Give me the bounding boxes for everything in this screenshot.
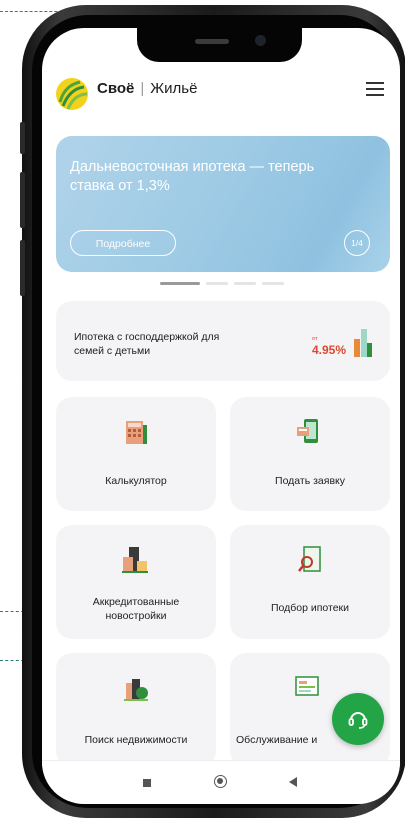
real-estate-icon (124, 679, 148, 701)
support-chat-button[interactable] (332, 693, 384, 745)
phone-application-icon (297, 419, 318, 443)
new-building-icon (122, 547, 148, 573)
rate-prefix: от (312, 336, 318, 342)
brand-primary: Своё (97, 80, 135, 97)
system-nav-bar (42, 760, 400, 801)
hamburger-menu-icon[interactable] (366, 82, 384, 96)
phone-side-button (20, 240, 25, 296)
tile-new-buildings-label: Аккредитованные новостройки (92, 596, 180, 622)
brand-name: Своё | Жильё (97, 80, 197, 97)
tile-apply-label: Подать заявку (275, 475, 345, 487)
support-headset-icon (348, 712, 368, 729)
banner-text: Дальневосточная ипотека — теперь ставка … (70, 159, 315, 194)
front-camera (257, 37, 264, 44)
banner-more-button[interactable]: Подробнее (70, 230, 176, 256)
phone-notch (137, 28, 302, 62)
circle-nav-icon[interactable] (214, 775, 227, 788)
app-screen: Своё | Жильё Дальневосточная ипотека — теп… (42, 28, 400, 804)
back-triangle-icon[interactable] (288, 777, 298, 787)
brand-logo-icon (54, 76, 90, 117)
promo-banner[interactable]: Дальневосточная ипотека — теперь ставка … (56, 136, 390, 272)
tile-service-label: Обслуживание и (236, 734, 318, 746)
square-nav-icon[interactable] (143, 779, 151, 787)
phone-side-button (20, 172, 25, 228)
app-header: Своё | Жильё (42, 70, 400, 120)
tile-apply[interactable]: Подать заявку (230, 397, 390, 511)
carousel-dot[interactable] (160, 282, 200, 285)
carousel-dot[interactable] (234, 282, 256, 285)
brand-secondary: Жильё (150, 80, 198, 97)
tile-new-buildings[interactable]: Аккредитованные новостройки (56, 525, 216, 639)
carousel-dot[interactable] (262, 282, 284, 285)
rate-badge: от 4.95% (312, 336, 347, 357)
family-mortgage-title: Ипотека с господдержкой для семей с деть… (74, 331, 220, 357)
speaker-grille (195, 39, 229, 44)
family-mortgage-card[interactable]: Ипотека с господдержкой для семей с деть… (56, 301, 390, 381)
calculator-icon (126, 421, 147, 444)
service-icon (295, 676, 319, 696)
tile-real-estate-search-label: Поиск недвижимости (84, 734, 188, 746)
carousel-dot[interactable] (206, 282, 228, 285)
banner-slide-counter: 1/4 (344, 230, 370, 256)
phone-side-button (20, 122, 25, 154)
tile-calculator[interactable]: Калькулятор (56, 397, 216, 511)
tile-real-estate-search[interactable]: Поиск недвижимости (56, 653, 216, 767)
tile-mortgage-selection-label: Подбор ипотеки (270, 602, 350, 614)
mortgage-search-icon (298, 546, 321, 572)
bar-chart-icon (354, 329, 372, 357)
rate-value: 4.95% (312, 343, 347, 357)
tile-calculator-label: Калькулятор (105, 475, 167, 487)
brand-separator: | (140, 80, 145, 97)
tile-mortgage-selection[interactable]: Подбор ипотеки (230, 525, 390, 639)
